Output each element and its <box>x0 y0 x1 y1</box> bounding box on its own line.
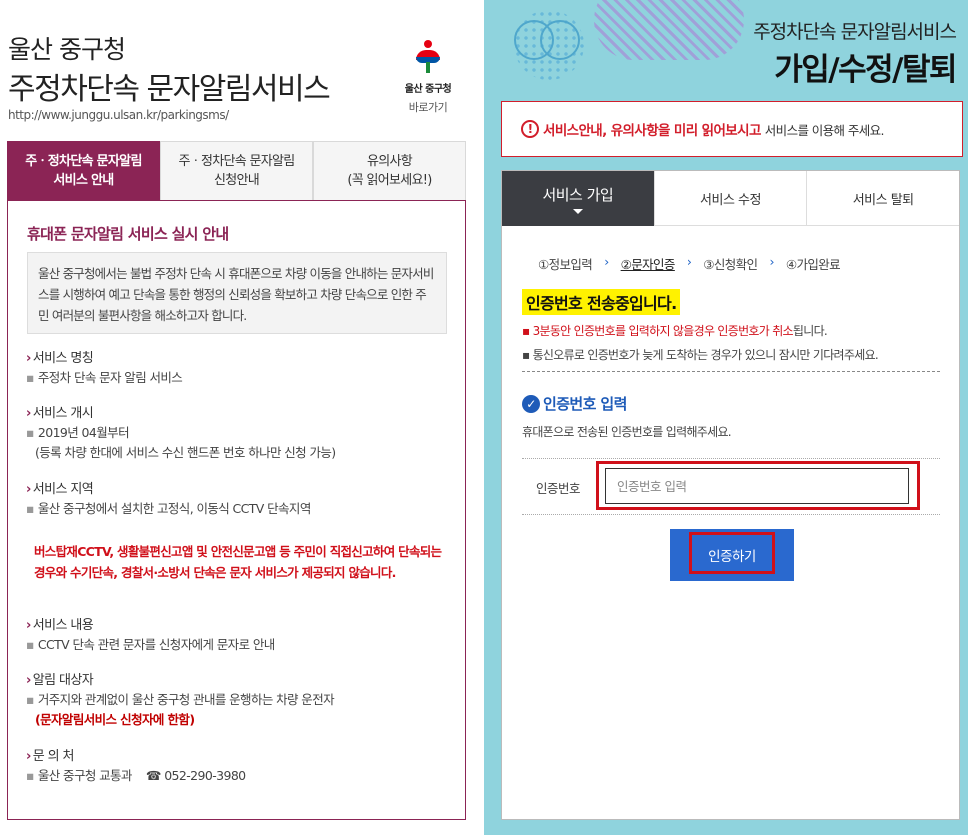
section-heading: 서비스 지역 <box>32 482 94 497</box>
bullet-icon: ▪ <box>26 768 34 783</box>
section-heading: 서비스 명칭 <box>32 351 94 366</box>
registration-card: 서비스 가입 서비스 수정 서비스 탈퇴 ①정보입력 › ②문자인증 › ③신청… <box>501 170 960 820</box>
check-circle-icon: ✓ <box>522 394 540 413</box>
bullet-icon: ▪ <box>26 637 34 652</box>
section-text-note: (등록 차량 한대에 서비스 수신 핸드폰 번호 하나만 신청 가능) <box>35 445 336 460</box>
form-title: 가입/수정/탈퇴 <box>774 52 957 88</box>
notice-strong: 서비스안내, 유의사항을 미리 읽어보시고 <box>543 123 761 139</box>
section-text: 2019년 04월부터 <box>37 425 130 440</box>
section-alert-target: › 알림 대상자 ▪ 거주지와 관계없이 울산 중구청 관내를 운행하는 차량 운전… <box>26 669 335 730</box>
code-heading-label: 인증번호 입력 <box>543 395 627 413</box>
logo-shortcut-label: 바로가기 <box>408 101 448 114</box>
section-heading: 서비스 내용 <box>32 618 94 633</box>
code-description: 휴대폰으로 전송된 인증번호를 입력해주세요. <box>522 425 732 439</box>
section-text: 울산 중구청에서 설치한 고정식, 이동식 CCTV 단속지역 <box>37 501 311 516</box>
section-text-highlight: (문자알림서비스 신청자에 한함) <box>35 712 195 727</box>
section-heading: 문 의 처 <box>32 749 75 764</box>
step-sms-verify: ②문자인증 <box>620 257 676 272</box>
progress-steps: ①정보입력 › ②문자인증 › ③신청확인 › ④가입완료 <box>538 254 841 273</box>
step-info-input: ①정보입력 <box>538 257 593 272</box>
section-service-area: › 서비스 지역 ▪ 울산 중구청에서 설치한 고정식, 이동식 CCTV 단속지역 <box>26 478 311 519</box>
step-complete: ④가입완료 <box>785 257 841 272</box>
info-timeout-text: 3분동안 인증번호를 입력하지 않을경우 인증번호가 취소 <box>532 324 794 338</box>
tab-precautions[interactable]: 유의사항 (꼭 읽어보세요!) <box>313 141 466 200</box>
chevron-right-icon: › <box>26 351 31 366</box>
tab-label: 서비스 가입 <box>542 186 614 204</box>
bullet-icon: ▪ <box>26 425 34 440</box>
section-text: CCTV 단속 관련 문자를 신청자에게 문자로 안내 <box>37 637 275 652</box>
verify-button-wrap: 인증하기 <box>670 529 794 581</box>
contact-department: 울산 중구청 교통과 <box>37 768 133 783</box>
tab-service-join[interactable]: 서비스 가입 <box>502 171 654 226</box>
sending-status: 인증번호 전송중입니다. <box>522 289 681 315</box>
verification-code-input[interactable] <box>605 468 909 504</box>
notice-banner: ! 서비스안내, 유의사항을 미리 읽어보시고 서비스를 이용해 주세요. <box>501 101 963 157</box>
code-label: 인증번호 <box>536 481 581 496</box>
service-guide-panel: 휴대폰 문자알림 서비스 실시 안내 울산 중구청에서는 불법 주정차 단속 시… <box>7 200 466 820</box>
org-name: 울산 중구청 <box>8 35 126 64</box>
code-section-heading: ✓ 인증번호 입력 <box>522 393 627 414</box>
bullet-icon: ▪ <box>522 348 530 362</box>
decorative-stripes <box>594 0 744 60</box>
site-url[interactable]: http://www.junggu.ulsan.kr/parkingsms/ <box>8 108 229 122</box>
chevron-right-icon: › <box>26 406 31 421</box>
verification-info: ▪ 3분동안 인증번호를 입력하지 않을경우 인증번호가 취소됩니다. ▪ 통신… <box>522 322 879 365</box>
tab-application-guide[interactable]: 주ㆍ정차단속 문자알림신청안내 <box>160 141 313 200</box>
left-panel: 울산 중구청 주정차단속 문자알림서비스 http://www.junggu.u… <box>0 0 484 835</box>
tab-label-line1: 유의사항 <box>366 154 413 169</box>
bullet-icon: ▪ <box>26 692 34 707</box>
section-text: 거주지와 관계없이 울산 중구청 관내를 운행하는 차량 운전자 <box>37 692 335 707</box>
chevron-right-icon: › <box>26 673 31 688</box>
section-contact: › 문 의 처 ▪ 울산 중구청 교통과 ☎ 052-290-3980 <box>26 745 246 786</box>
alert-icon: ! <box>521 120 539 138</box>
tab-service-modify[interactable]: 서비스 수정 <box>653 171 807 226</box>
chevron-right-icon: › <box>769 254 774 269</box>
bullet-icon: ▪ <box>26 501 34 516</box>
service-exclusion-warning: 버스탑재CCTV, 생활불편신고앱 및 안전신문고앱 등 주민이 직접신고하여 … <box>34 544 442 580</box>
section-service-start: › 서비스 개시 ▪ 2019년 04월부터 (등록 차량 한대에 서비스 수신 핸드… <box>26 402 336 463</box>
tab-label-line2: 서비스 안내 <box>53 173 114 188</box>
section-service-content: › 서비스 내용 ▪ CCTV 단속 관련 문자를 신청자에게 문자로 안내 <box>26 614 275 655</box>
district-logo-link[interactable]: 울산 중구청 바로가기 <box>398 40 458 115</box>
tab-service-guide[interactable]: 주ㆍ정차단속 문자알림서비스 안내 <box>7 141 160 200</box>
tab-label-line2: 신청안내 <box>213 173 260 188</box>
service-tabs: 서비스 가입 서비스 수정 서비스 탈퇴 <box>502 171 960 226</box>
form-subtitle: 주정차단속 문자알림서비스 <box>753 21 957 43</box>
section-service-name: › 서비스 명칭 ▪ 주정차 단속 문자 알림 서비스 <box>26 347 183 388</box>
chevron-right-icon: › <box>604 254 609 269</box>
chevron-right-icon: › <box>686 254 692 269</box>
notice-rest: 서비스를 이용해 주세요. <box>764 122 885 138</box>
district-emblem-icon <box>413 40 443 74</box>
chevron-right-icon: › <box>26 749 31 764</box>
guide-heading: 휴대폰 문자알림 서비스 실시 안내 <box>27 225 229 243</box>
guide-intro: 울산 중구청에서는 불법 주정차 단속 시 휴대폰으로 차량 이동을 안내하는 … <box>27 252 447 334</box>
tab-label-line1: 주ㆍ정차단속 문자알림 <box>178 154 295 169</box>
section-text: 주정차 단속 문자 알림 서비스 <box>37 370 183 385</box>
section-heading: 서비스 개시 <box>32 406 94 421</box>
section-heading: 알림 대상자 <box>32 673 94 688</box>
tab-label-line1: 주ㆍ정차단속 문자알림 <box>25 154 142 169</box>
phone-icon: ☎ <box>145 768 162 783</box>
info-delay-text: 통신오류로 인증번호가 늦게 도착하는 경우가 있으니 잠시만 기다려주세요. <box>532 348 879 362</box>
tab-label: 서비스 수정 <box>700 192 761 208</box>
chevron-right-icon: › <box>26 482 31 497</box>
decorative-ring <box>540 20 580 60</box>
tab-label: 서비스 탈퇴 <box>852 192 914 208</box>
right-panel: 주정차단속 문자알림서비스 가입/수정/탈퇴 ! 서비스안내, 유의사항을 미리… <box>484 0 968 835</box>
logo-name: 울산 중구청 <box>404 84 452 95</box>
tab-service-withdraw[interactable]: 서비스 탈퇴 <box>806 171 960 226</box>
info-tabs: 주ㆍ정차단속 문자알림서비스 안내 주ㆍ정차단속 문자알림신청안내 유의사항 (꼭… <box>7 141 466 200</box>
info-timeout-suffix: 됩니다. <box>792 324 828 338</box>
contact-phone: 052-290-3980 <box>164 768 246 783</box>
step-confirm: ③신청확인 <box>703 257 758 272</box>
divider <box>522 371 940 372</box>
bullet-icon: ▪ <box>522 324 530 338</box>
chevron-right-icon: › <box>26 618 31 633</box>
service-title: 주정차단속 문자알림서비스 <box>8 72 331 107</box>
verify-button[interactable]: 인증하기 <box>670 529 794 581</box>
bullet-icon: ▪ <box>26 370 34 385</box>
tab-label-line2: (꼭 읽어보세요!) <box>347 173 432 188</box>
code-input-row: 인증번호 <box>522 458 940 515</box>
